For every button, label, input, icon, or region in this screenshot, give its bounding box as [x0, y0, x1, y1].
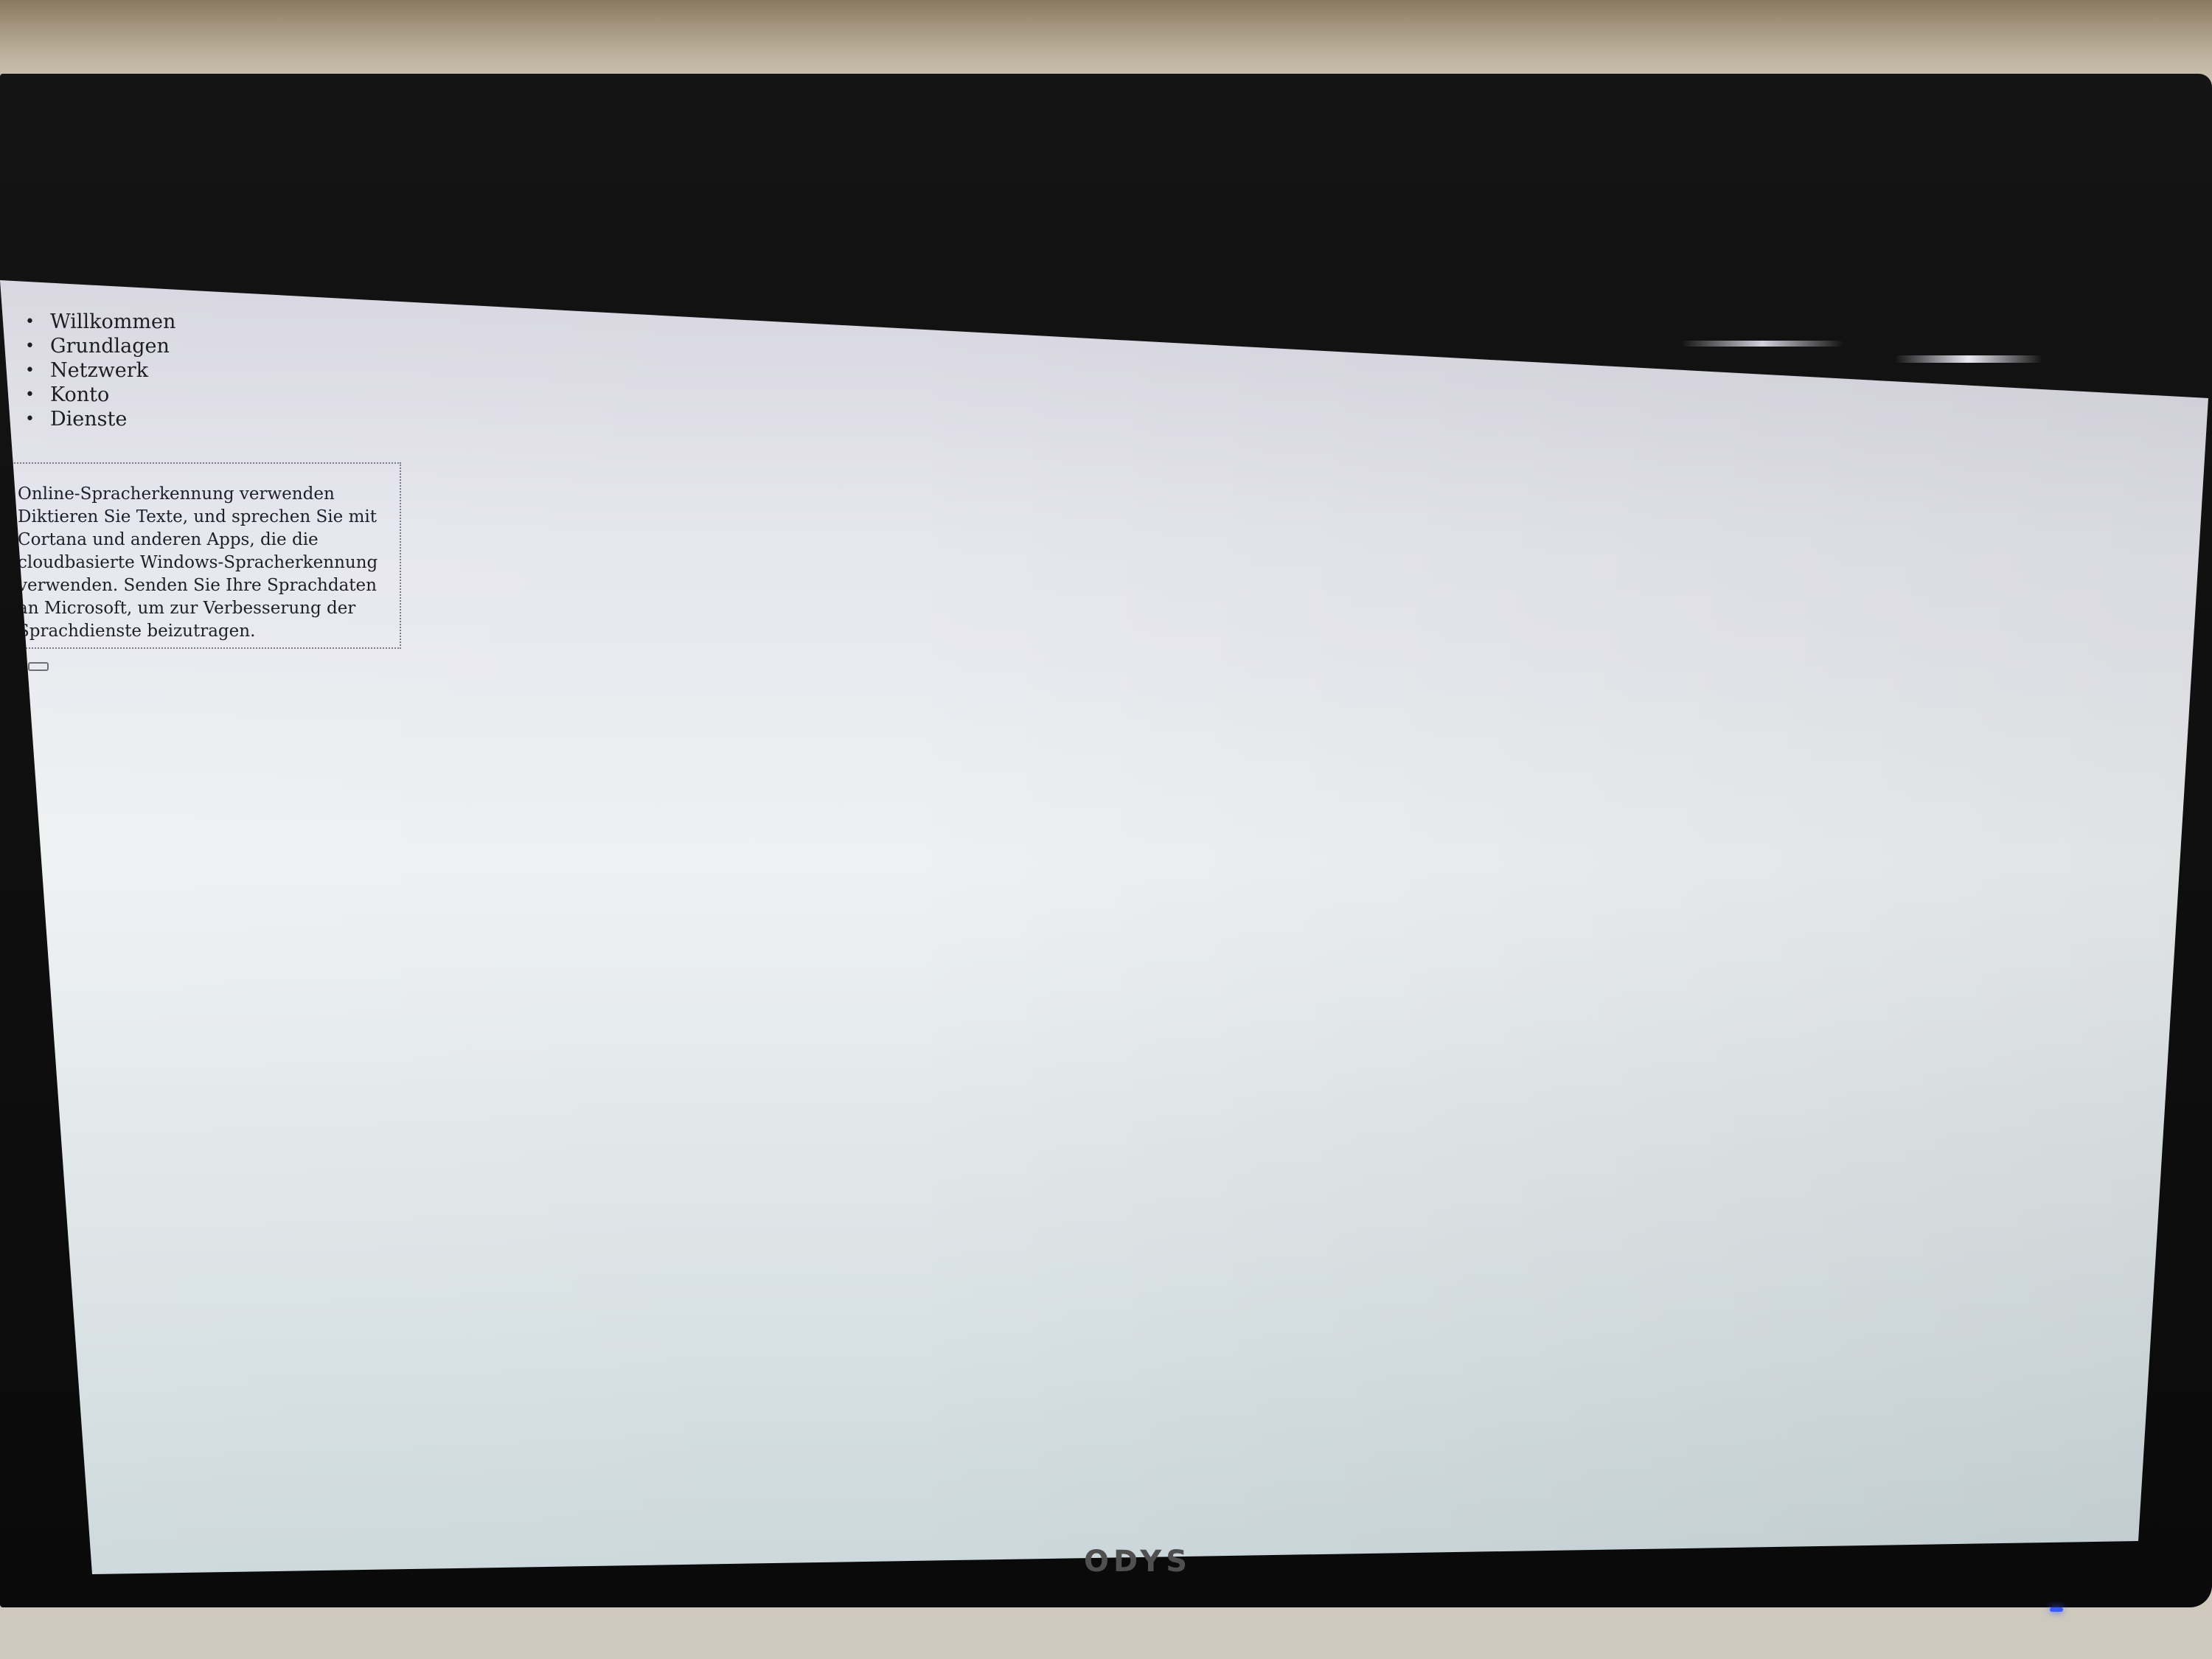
- nav-item-willkommen[interactable]: Willkommen: [25, 310, 531, 334]
- nav-item-netzwerk[interactable]: Netzwerk: [25, 358, 531, 383]
- bezel-glare: [1895, 355, 2042, 363]
- speech-recognition-card: Online-Spracherkennung verwenden Diktier…: [12, 462, 401, 649]
- bezel-glare: [1681, 341, 1843, 347]
- speech-recognition-toggle[interactable]: [28, 662, 49, 671]
- power-led: [2050, 1607, 2063, 1612]
- nav-item-dienste[interactable]: Dienste: [25, 407, 531, 431]
- settings-page: Willkommen Grundlagen Netzwerk Konto Die…: [12, 310, 531, 671]
- speech-recognition-description: Diktieren Sie Texte, und sprechen Sie mi…: [18, 507, 378, 641]
- monitor-screen: Willkommen Grundlagen Netzwerk Konto Die…: [0, 280, 2208, 1574]
- nav-item-grundlagen[interactable]: Grundlagen: [25, 334, 531, 358]
- speech-recognition-title: Online-Spracherkennung verwenden: [18, 484, 335, 504]
- monitor-bezel: Willkommen Grundlagen Netzwerk Konto Die…: [0, 74, 2212, 1612]
- brand-logo: ODYS: [1084, 1545, 1192, 1579]
- nav-list: Willkommen Grundlagen Netzwerk Konto Die…: [15, 310, 531, 431]
- nav-item-konto[interactable]: Konto: [25, 383, 531, 407]
